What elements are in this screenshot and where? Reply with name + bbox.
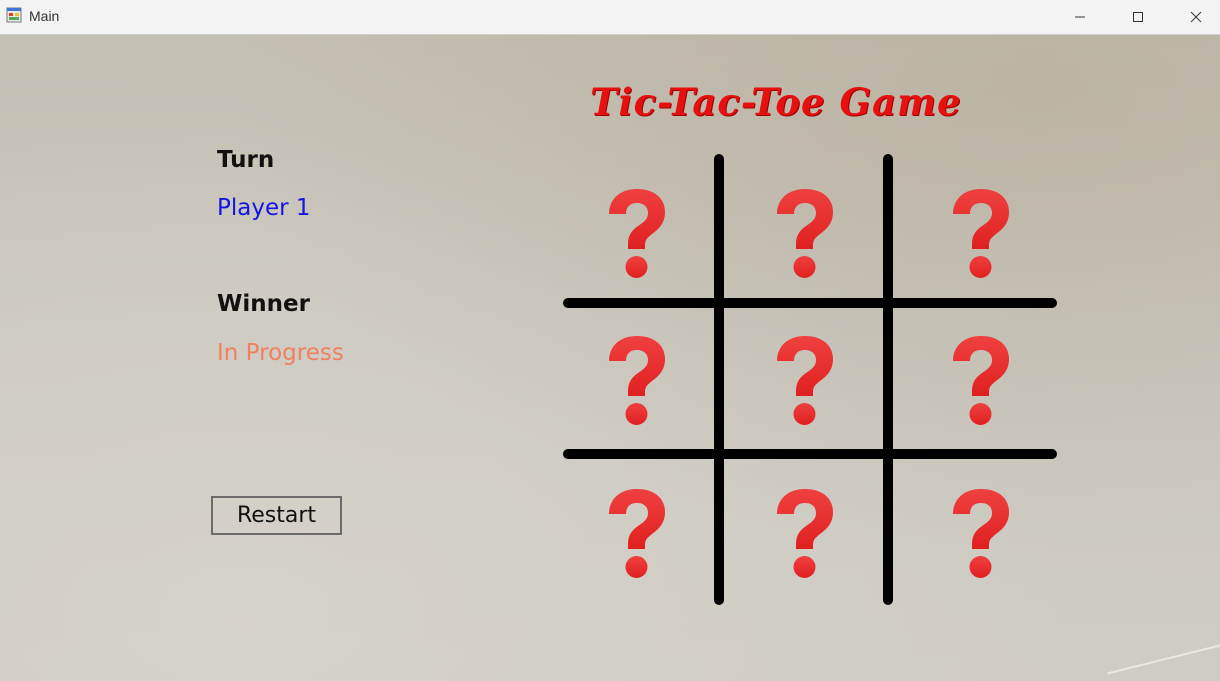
title-bar[interactable]: Main [0, 0, 1220, 35]
red-question-mark-icon [777, 336, 833, 425]
close-button[interactable] [1167, 0, 1220, 33]
winner-value: In Progress [217, 340, 344, 366]
board-cell-2-2[interactable] [906, 463, 1056, 603]
board-cell-1-0[interactable] [562, 310, 712, 450]
close-icon [1190, 11, 1202, 22]
background-decoration [1106, 638, 1220, 681]
game-area: Tic-Tac-Toe Game Turn Player 1 Winner In… [0, 35, 1220, 681]
window-title: Main [29, 8, 60, 24]
form-app-icon[interactable] [6, 7, 22, 23]
turn-value: Player 1 [217, 195, 311, 221]
restart-button[interactable]: Restart [211, 496, 342, 535]
board-cell-1-2[interactable] [906, 310, 1056, 450]
red-question-mark-icon [953, 489, 1009, 578]
red-question-mark-icon [777, 189, 833, 278]
board-cell-1-1[interactable] [730, 310, 880, 450]
red-question-mark-icon [609, 189, 665, 278]
board-cell-0-2[interactable] [906, 163, 1056, 303]
red-question-mark-icon [953, 336, 1009, 425]
maximize-button[interactable] [1109, 0, 1167, 33]
board-cell-2-1[interactable] [730, 463, 880, 603]
board-cell-2-0[interactable] [562, 463, 712, 603]
turn-label: Turn [217, 147, 275, 173]
board-cell-0-0[interactable] [562, 163, 712, 303]
board-cell-0-1[interactable] [730, 163, 880, 303]
red-question-mark-icon [953, 189, 1009, 278]
maximize-icon [1133, 11, 1143, 22]
winner-label: Winner [217, 291, 310, 317]
minimize-icon [1075, 16, 1085, 17]
game-title: Tic-Tac-Toe Game [590, 80, 962, 124]
red-question-mark-icon [609, 336, 665, 425]
minimize-button[interactable] [1051, 0, 1109, 33]
main-window: Main Tic-Tac-Toe Game Turn Player 1 Winn… [0, 0, 1220, 681]
red-question-mark-icon [777, 489, 833, 578]
red-question-mark-icon [609, 489, 665, 578]
